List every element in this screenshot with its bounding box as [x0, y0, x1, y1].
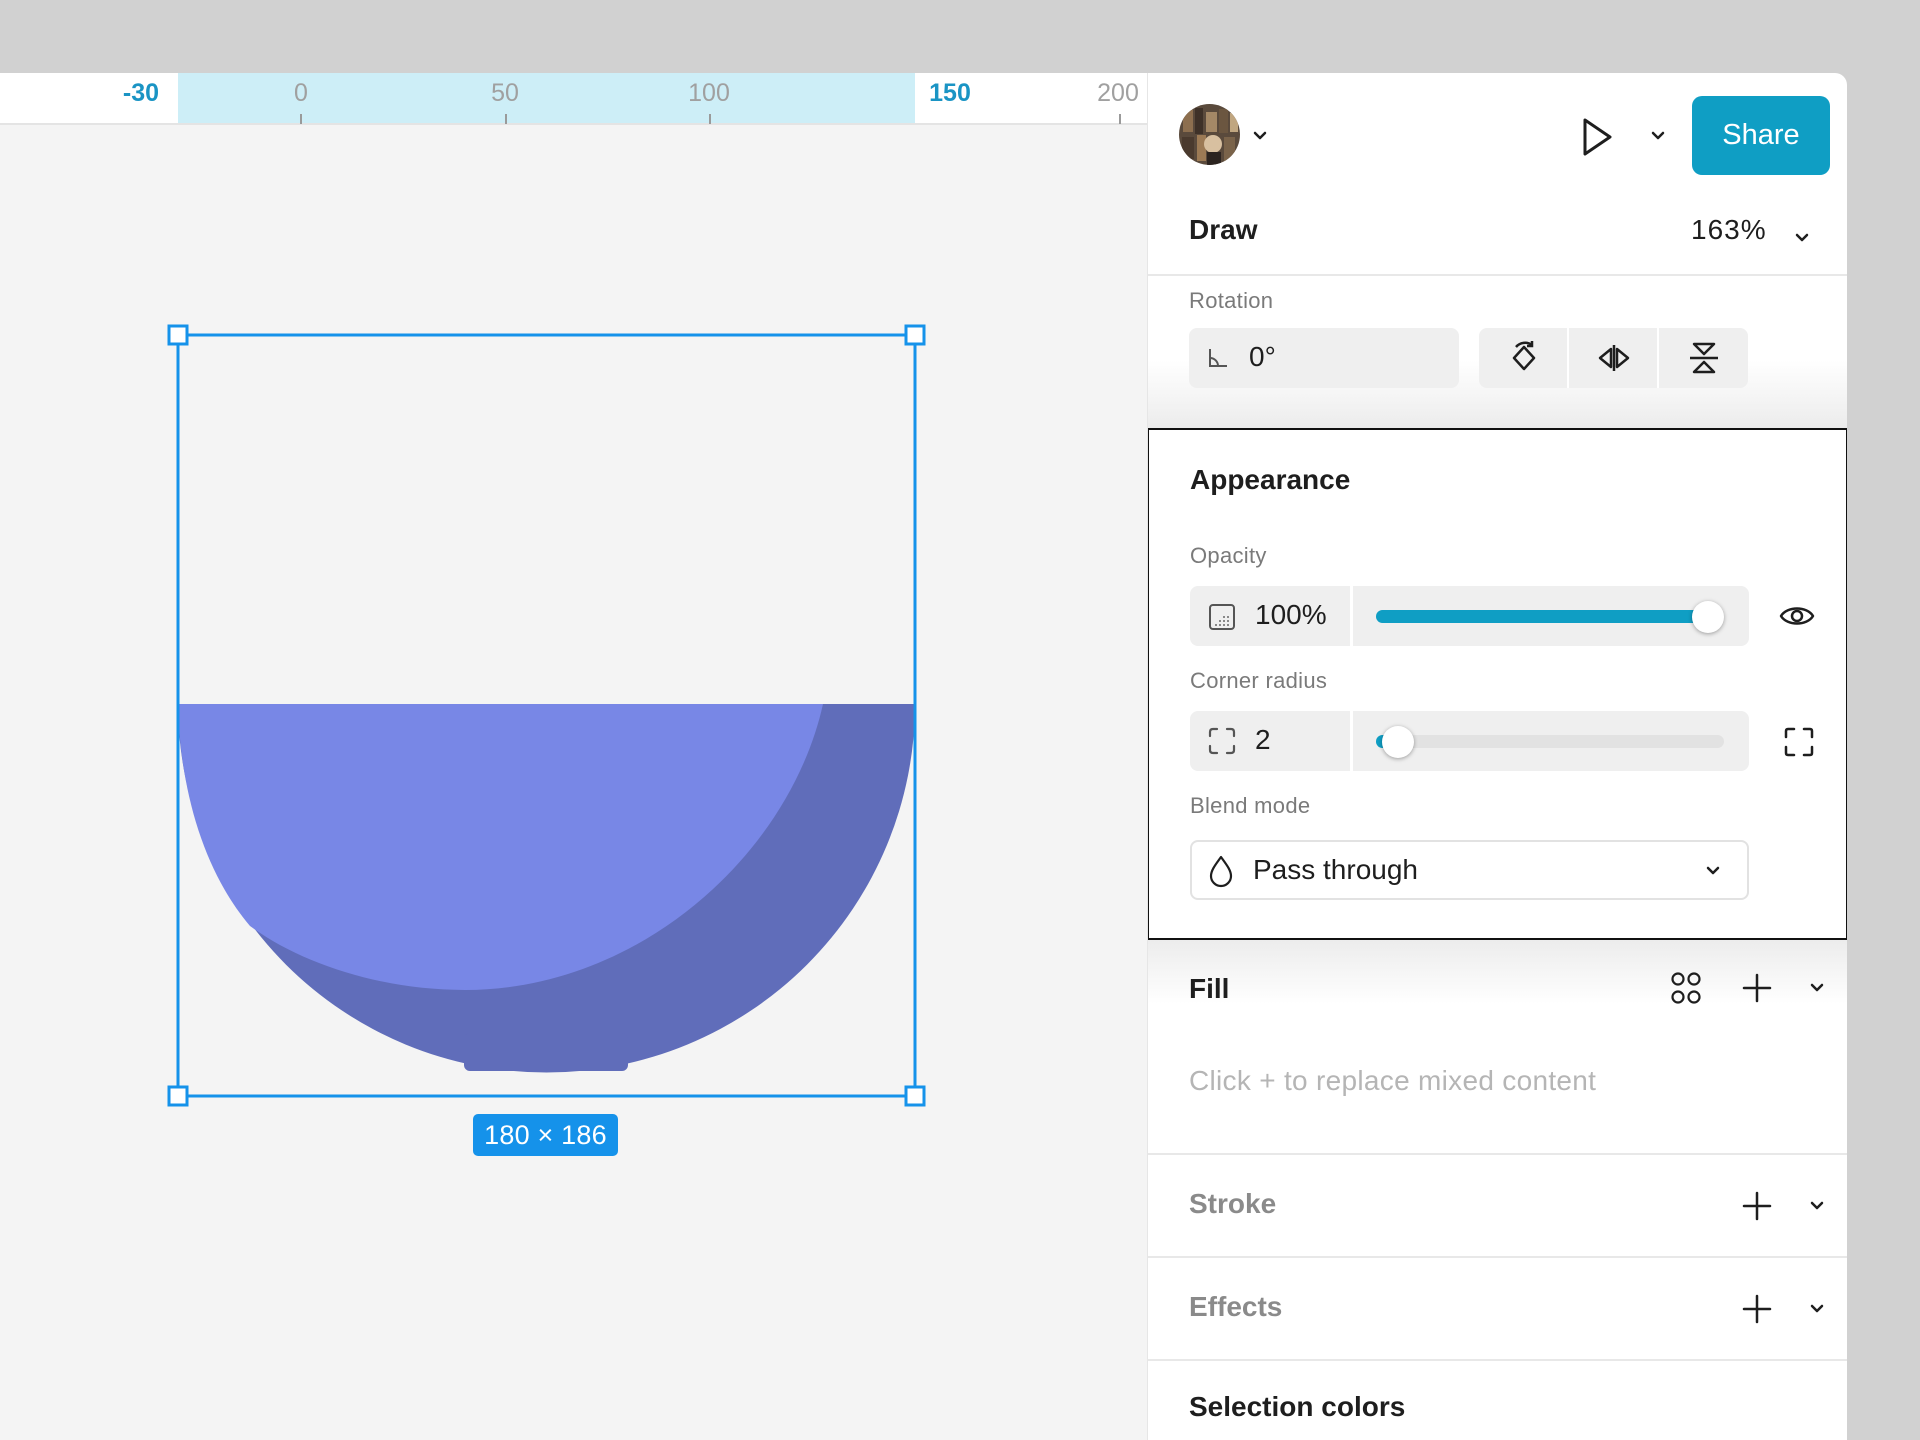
drop-icon — [1209, 855, 1233, 888]
blend-mode-value: Pass through — [1253, 854, 1418, 885]
avatar[interactable] — [1179, 104, 1240, 165]
properties-panel: Share Draw 163% Rotation 0° Appearance O… — [1147, 73, 1847, 1440]
fill-title: Fill — [1189, 973, 1230, 1004]
rotate-button[interactable] — [1479, 328, 1567, 388]
stroke-title: Stroke — [1189, 1188, 1277, 1219]
rotate-icon — [1512, 341, 1536, 371]
opacity-value[interactable]: 100% — [1255, 599, 1327, 631]
opacity-slider-fill — [1376, 610, 1708, 623]
corner-radius-slider-thumb[interactable] — [1382, 726, 1415, 758]
eye-icon[interactable] — [1778, 602, 1816, 630]
chevron-down-icon[interactable] — [1808, 1197, 1826, 1215]
flip-horizontal-icon — [1598, 345, 1630, 371]
corner-radius-icon — [1208, 727, 1236, 755]
opacity-control: 100% — [1190, 586, 1749, 646]
rotation-input[interactable]: 0° — [1189, 328, 1459, 388]
selection-handle — [904, 1085, 926, 1107]
zoom-level[interactable]: 163% — [1691, 214, 1767, 246]
play-icon[interactable] — [1572, 113, 1620, 161]
flip-horizontal-button[interactable] — [1569, 328, 1657, 388]
opacity-slider-thumb[interactable] — [1692, 601, 1724, 633]
opacity-slider[interactable] — [1376, 601, 1724, 633]
appearance-title: Appearance — [1190, 464, 1351, 495]
design-canvas[interactable]: -30 0 50 100 150 200 180 × 186 — [0, 73, 1147, 1440]
mode-label: Draw — [1189, 214, 1258, 245]
flip-vertical-button[interactable] — [1659, 328, 1747, 388]
plus-icon[interactable] — [1741, 972, 1773, 1004]
opacity-label: Opacity — [1190, 543, 1267, 568]
divider — [1350, 586, 1353, 646]
rotation-value: 0° — [1249, 341, 1276, 372]
rotation-section: Rotation 0° — [1148, 278, 1847, 428]
chevron-down-icon[interactable] — [1793, 229, 1811, 247]
mode-row: Draw 163% — [1148, 198, 1847, 276]
chevron-down-icon — [1706, 866, 1720, 875]
fill-hint-text: Click + to replace mixed content — [1189, 1065, 1597, 1096]
opacity-icon — [1209, 604, 1235, 630]
selection-colors-title: Selection colors — [1189, 1391, 1406, 1422]
independent-corners-icon[interactable] — [1783, 726, 1815, 758]
chevron-down-icon[interactable] — [1808, 979, 1826, 997]
chevron-down-icon[interactable] — [1808, 1300, 1826, 1318]
corner-radius-value[interactable]: 2 — [1255, 724, 1271, 756]
effects-section: Effects — [1148, 1258, 1847, 1361]
plus-icon[interactable] — [1741, 1190, 1773, 1222]
bowl-base-shape — [464, 1033, 628, 1071]
effects-title: Effects — [1189, 1291, 1283, 1322]
chevron-down-icon[interactable] — [1649, 127, 1667, 145]
panel-toolbar: Share — [1148, 73, 1847, 198]
selection-handle — [904, 324, 926, 346]
corner-radius-label: Corner radius — [1190, 668, 1328, 693]
flip-vertical-icon — [1690, 342, 1718, 374]
appearance-section: Appearance Opacity 100% Corner radius 2 … — [1148, 428, 1847, 940]
transform-buttons — [1479, 328, 1748, 388]
fill-section: Fill Click + to replace mixed content — [1148, 940, 1847, 1155]
angle-icon — [1209, 349, 1227, 367]
plus-icon[interactable] — [1741, 1293, 1773, 1325]
blend-mode-select[interactable]: Pass through — [1190, 840, 1749, 900]
selection-handle — [167, 1085, 189, 1107]
styles-grid-icon[interactable] — [1669, 970, 1703, 1006]
bowl-artwork[interactable] — [0, 73, 1147, 1440]
rotation-label: Rotation — [1189, 288, 1274, 313]
corner-radius-slider[interactable] — [1376, 726, 1724, 758]
selection-handle — [167, 324, 189, 346]
stroke-section: Stroke — [1148, 1155, 1847, 1258]
dimension-badge: 180 × 186 — [473, 1114, 618, 1156]
chevron-down-icon[interactable] — [1251, 127, 1269, 145]
corner-radius-control: 2 — [1190, 711, 1749, 771]
blend-mode-label: Blend mode — [1190, 793, 1311, 818]
divider — [1350, 711, 1353, 771]
share-button[interactable]: Share — [1692, 96, 1830, 175]
avatar-image — [1179, 104, 1240, 165]
